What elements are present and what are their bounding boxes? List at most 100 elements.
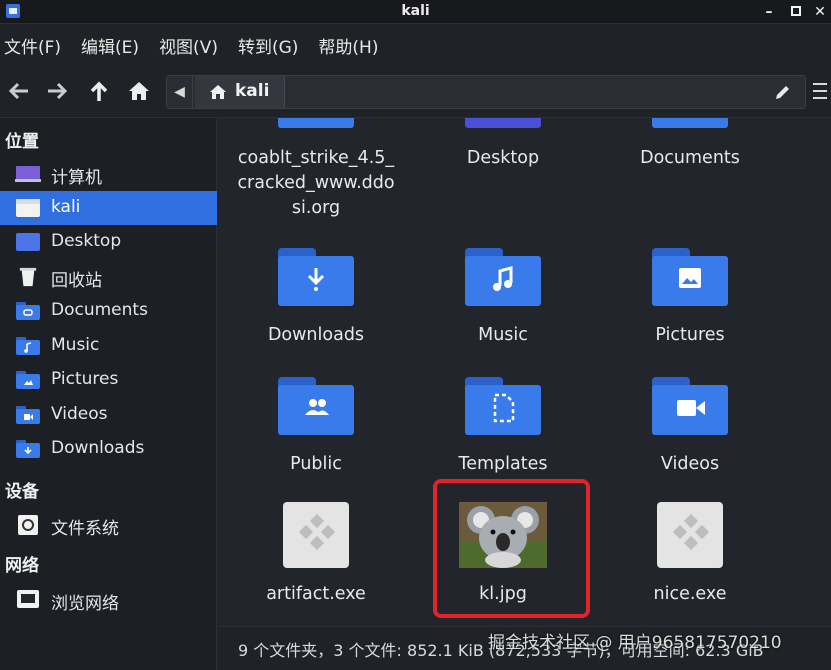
sidebar-item-desktop[interactable]: Desktop	[0, 225, 217, 259]
sidebar-item-kali[interactable]: kali	[0, 191, 217, 225]
menu-edit[interactable]: 编辑(E)	[81, 33, 139, 58]
file-name-line: si.org	[291, 198, 341, 218]
pictures-folder-icon	[16, 371, 40, 389]
arrow-left-icon	[8, 82, 28, 100]
file-name: Videos	[660, 454, 720, 474]
image-glyph-icon	[679, 268, 701, 288]
path-segment-label: kali	[235, 81, 270, 101]
watermark-text: 掘金技术社区 @ 用户965817570210	[488, 633, 782, 653]
menu-file[interactable]: 文件(F)	[4, 33, 61, 58]
file-item-music[interactable]: Music	[418, 248, 588, 353]
file-name: Templates	[458, 454, 548, 474]
menu-bar: 文件(F) 编辑(E) 视图(V) 转到(G) 帮助(H)	[0, 24, 831, 66]
sidebar-item-filesystem[interactable]: 文件系统	[0, 508, 217, 542]
pencil-icon	[776, 86, 789, 99]
file-name: Desktop	[466, 148, 540, 168]
folder-icon	[652, 118, 728, 128]
sidebar-item-label: 回收站	[51, 271, 102, 291]
path-bar: ◀ kali	[166, 75, 806, 109]
file-name: Public	[290, 454, 342, 474]
drive-icon	[18, 515, 38, 535]
sidebar-item-videos[interactable]: Videos	[0, 398, 217, 432]
sidebar-item-label: 文件系统	[51, 519, 119, 539]
sidebar-item-trash[interactable]: 回收站	[0, 260, 217, 294]
file-item-public[interactable]: Public	[231, 377, 401, 482]
sidebar-item-label: Downloads	[51, 438, 145, 458]
file-view: coablt_strike_4.5_ cracked_www.ddo si.or…	[218, 118, 831, 626]
arrow-up-icon	[90, 81, 108, 101]
window-title: kali	[401, 3, 430, 19]
menu-help[interactable]: 帮助(H)	[318, 33, 378, 58]
menu-view[interactable]: 视图(V)	[159, 33, 218, 58]
path-segment-home[interactable]: kali	[195, 76, 285, 108]
folder-icon	[278, 118, 354, 128]
up-button[interactable]	[84, 76, 114, 106]
people-glyph-icon	[305, 399, 329, 415]
file-item-templates[interactable]: Templates	[418, 377, 588, 482]
sidebar-item-label: kali	[51, 197, 81, 217]
sidebar-item-label: Pictures	[51, 369, 119, 389]
sidebar-item-downloads[interactable]: Downloads	[0, 432, 217, 466]
desktop-folder-icon	[16, 233, 40, 251]
home-icon	[210, 85, 226, 99]
file-name: nice.exe	[653, 584, 727, 604]
sidebar-item-pictures[interactable]: Pictures	[0, 363, 217, 397]
sidebar-item-label: Videos	[51, 404, 108, 424]
sidebar-item-documents[interactable]: Documents	[0, 294, 217, 328]
videos-folder-icon	[16, 406, 40, 424]
edit-location-button[interactable]	[773, 82, 793, 102]
file-item-documents[interactable]: Documents	[605, 118, 775, 178]
file-item-cobalt-strike[interactable]: coablt_strike_4.5_ cracked_www.ddo si.or…	[231, 118, 401, 228]
close-button[interactable]: ✕	[810, 2, 830, 22]
sidebar-item-label: Music	[51, 335, 100, 355]
home-folder-icon	[16, 199, 40, 217]
home-icon	[129, 82, 149, 100]
file-name-line: coablt_strike_4.5_	[237, 148, 395, 168]
sidebar-item-label: 浏览网络	[51, 594, 119, 614]
public-folder-icon	[278, 377, 354, 435]
back-button[interactable]	[4, 76, 34, 106]
sidebar-item-computer[interactable]: 计算机	[0, 157, 217, 191]
sidebar-item-label: Desktop	[51, 231, 122, 251]
file-name: Pictures	[655, 325, 725, 345]
hamburger-menu-button[interactable]	[809, 76, 831, 106]
sidebar-item-network[interactable]: 浏览网络	[0, 583, 217, 617]
sidebar-item-music[interactable]: Music	[0, 329, 217, 363]
file-item-nice-exe[interactable]: nice.exe	[605, 500, 775, 610]
file-item-pictures[interactable]: Pictures	[605, 248, 775, 353]
music-folder-icon	[465, 248, 541, 306]
executable-icon	[283, 502, 349, 568]
video-camera-icon	[677, 400, 705, 416]
places-header: 位置	[5, 132, 39, 152]
executable-icon	[657, 502, 723, 568]
menu-go[interactable]: 转到(G)	[238, 33, 298, 58]
title-bar: kali – ✕	[0, 0, 831, 24]
sidebar-item-label: Documents	[51, 300, 148, 320]
download-glyph-icon	[307, 268, 325, 291]
template-glyph-icon	[493, 393, 515, 423]
forward-button[interactable]	[42, 76, 72, 106]
annotation-highlight-box	[433, 479, 590, 618]
computer-icon	[15, 166, 41, 182]
sidebar-item-label: 计算机	[51, 168, 102, 188]
devices-header: 设备	[5, 482, 39, 502]
home-button[interactable]	[124, 76, 154, 106]
downloads-folder-icon	[278, 248, 354, 306]
toolbar: ◀ kali	[0, 66, 831, 118]
file-name: artifact.exe	[266, 584, 366, 604]
file-name: Downloads	[267, 325, 365, 345]
file-item-artifact-exe[interactable]: artifact.exe	[231, 500, 401, 610]
network-header: 网络	[5, 556, 39, 576]
minimize-button[interactable]: –	[759, 2, 779, 22]
templates-folder-icon	[465, 377, 541, 435]
documents-folder-icon	[16, 302, 40, 320]
file-item-desktop[interactable]: Desktop	[418, 118, 588, 178]
file-item-videos[interactable]: Videos	[605, 377, 775, 482]
pictures-folder-icon	[652, 248, 728, 306]
maximize-button[interactable]	[786, 2, 806, 22]
music-note-icon	[493, 266, 513, 291]
downloads-folder-icon	[16, 440, 40, 458]
desktop-folder-icon	[465, 118, 541, 128]
file-item-downloads[interactable]: Downloads	[231, 248, 401, 353]
path-scroll-left-button[interactable]: ◀	[167, 76, 193, 108]
